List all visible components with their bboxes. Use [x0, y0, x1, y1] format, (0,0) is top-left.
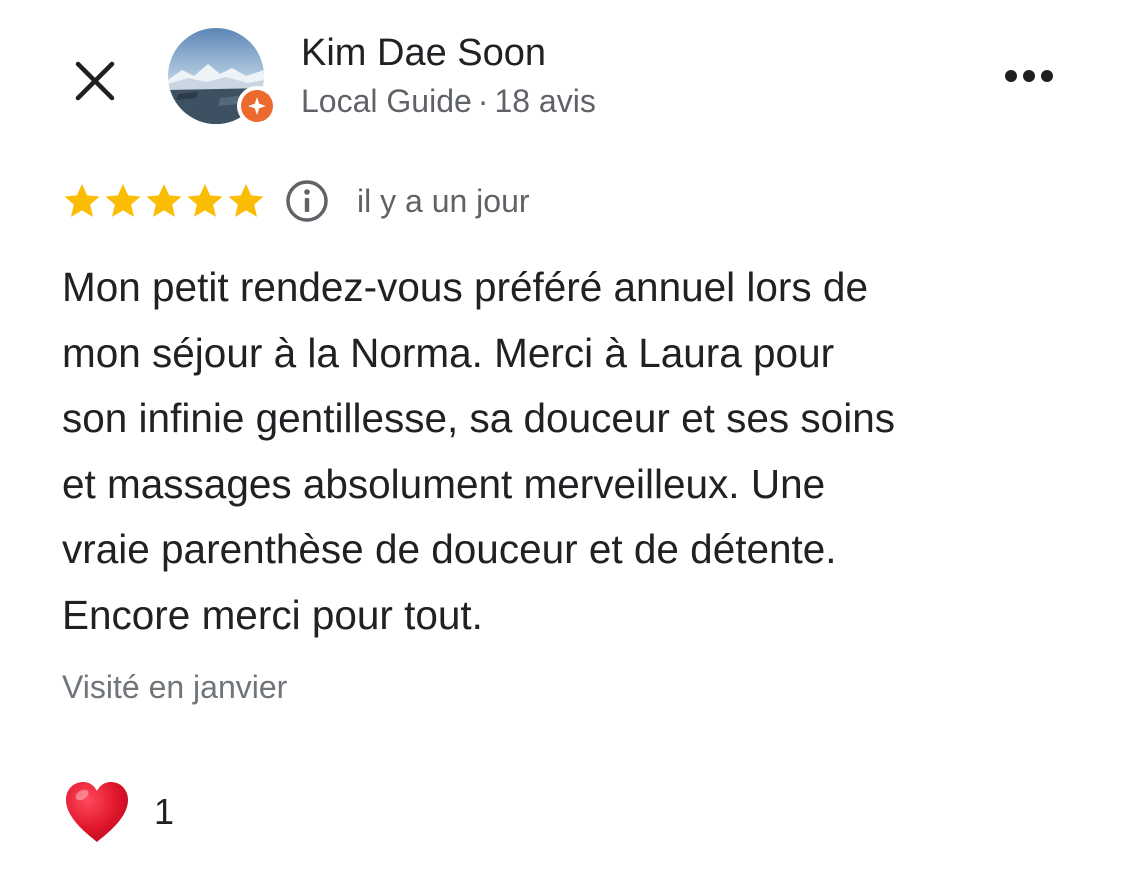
meta-separator: ·: [477, 83, 489, 119]
author-level: Local Guide: [301, 83, 472, 119]
more-horizontal-icon: [1005, 70, 1053, 82]
rating-row: il y a un jour: [62, 176, 530, 226]
local-guide-badge: [237, 86, 277, 126]
star-filled-icon: [146, 184, 182, 217]
star-filled-icon: [64, 184, 100, 217]
visited-date: Visité en janvier: [62, 669, 288, 705]
star-filled-icon: [187, 184, 223, 217]
close-button[interactable]: [64, 50, 126, 112]
close-icon: [75, 61, 115, 101]
star-rating: [62, 181, 267, 221]
author-name[interactable]: Kim Dae Soon: [301, 30, 546, 76]
star-filled-icon: [105, 184, 141, 217]
review-text: Mon petit rendez-vous préféré annuel lor…: [62, 264, 895, 638]
star-filled-icon: [228, 184, 264, 217]
local-guide-star-icon: [241, 90, 273, 122]
author-review-count[interactable]: 18 avis: [494, 83, 595, 119]
review-time: il y a un jour: [357, 182, 530, 219]
red-heart-icon: [66, 782, 128, 842]
more-options-button[interactable]: [998, 56, 1060, 96]
info-icon[interactable]: [285, 179, 329, 223]
reaction-button[interactable]: 1: [62, 776, 174, 848]
author-meta: Local Guide · 18 avis: [301, 80, 596, 122]
reaction-count: 1: [154, 791, 175, 832]
